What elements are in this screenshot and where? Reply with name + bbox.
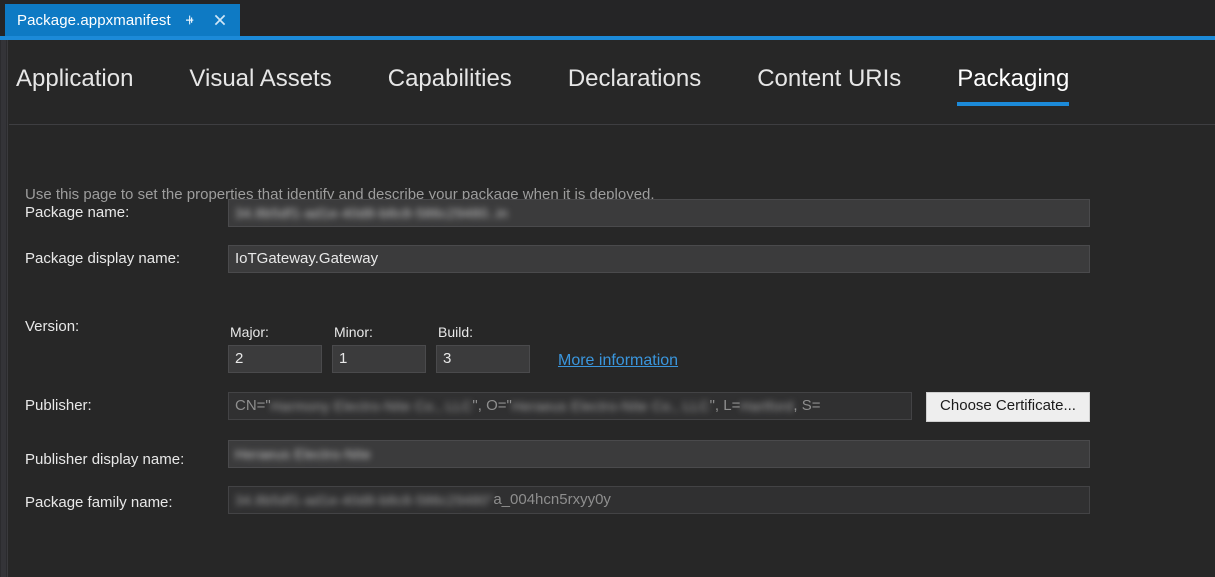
publisher-display-name-label: Publisher display name: [25,451,185,468]
packaging-form: Package name: 34.8b5df1-ad1e-40d8-b8c8-5… [0,40,1215,577]
publisher-mid-1: ", O=" [472,397,512,414]
package-family-name-visible-suffix: a_004hcn5rxyy0y [493,491,611,508]
version-build-input[interactable]: 3 [436,345,530,373]
publisher-suffix: , S= [793,397,821,414]
publisher-redacted-cn: Harmony Electro-Nite Co., LLC [270,398,473,415]
package-name-input[interactable]: 34.8b5df1-ad1e-40d8-b8c8-586c29480..in [228,199,1090,227]
manifest-designer-surface: Application Visual Assets Capabilities D… [0,40,1215,577]
package-name-value: 34.8b5df1-ad1e-40d8-b8c8-586c29480..in [235,205,508,222]
version-build-label: Build: [438,324,474,340]
package-family-name-label: Package family name: [25,494,173,511]
document-tab-title: Package.appxmanifest [17,11,171,29]
publisher-input[interactable]: CN="Harmony Electro-Nite Co., LLC", O="H… [228,392,912,420]
publisher-redacted-l: Hartford [740,398,794,415]
publisher-mid-2: ", L= [709,397,741,414]
package-display-name-label: Package display name: [25,250,181,267]
more-information-link[interactable]: More information [558,352,678,370]
version-major-label: Major: [230,324,269,340]
close-icon[interactable] [209,9,231,31]
package-family-name-redacted-prefix: 34.8b5df1-ad1e-40d8-b8c8-586c29480" [235,492,494,509]
pin-icon[interactable] [179,9,201,31]
editor-tab-strip: Package.appxmanifest [0,0,1215,36]
package-display-name-input[interactable]: IoTGateway.Gateway [228,245,1090,273]
publisher-prefix: CN=" [235,397,271,414]
choose-certificate-button[interactable]: Choose Certificate... [926,392,1090,422]
publisher-redacted-o: Heraeus Electro-Nite Co., LLC [511,398,710,415]
version-label: Version: [25,318,80,335]
package-family-name-input[interactable]: 34.8b5df1-ad1e-40d8-b8c8-586c29480"a_004… [228,486,1090,514]
publisher-display-name-input[interactable]: Heraeus Electro-Nite [228,440,1090,468]
publisher-display-name-value: Heraeus Electro-Nite [235,446,371,463]
package-name-label: Package name: [25,204,130,221]
publisher-label: Publisher: [25,397,92,414]
version-minor-label: Minor: [334,324,373,340]
document-tab-package-appxmanifest[interactable]: Package.appxmanifest [5,4,240,36]
version-major-input[interactable]: 2 [228,345,322,373]
version-minor-input[interactable]: 1 [332,345,426,373]
